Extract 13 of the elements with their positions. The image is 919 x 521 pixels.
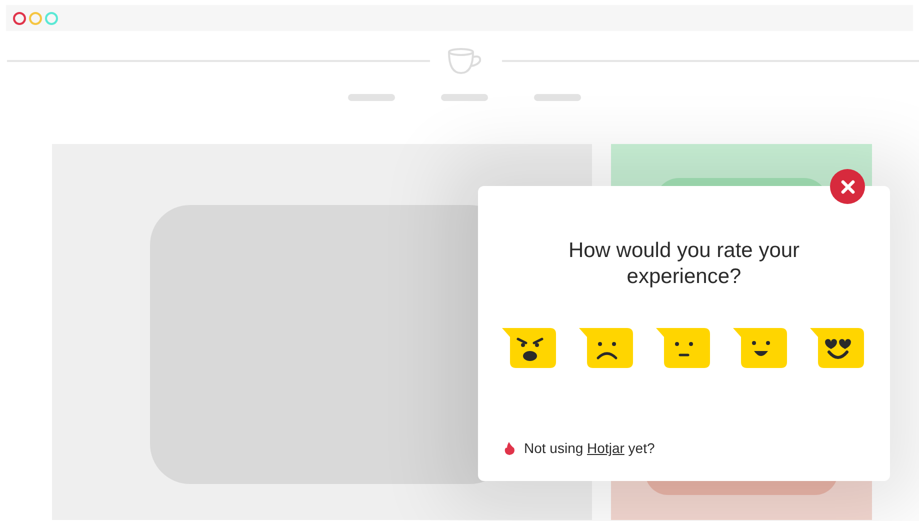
survey-question: How would you rate your experience? bbox=[567, 238, 801, 290]
nav-placeholder bbox=[348, 94, 395, 101]
window-control[interactable] bbox=[13, 12, 26, 24]
happy-face-button[interactable] bbox=[733, 327, 789, 369]
footer-text: Not using Hotjar yet? bbox=[524, 439, 655, 458]
angry-face-button[interactable] bbox=[502, 327, 558, 369]
love-face-button[interactable] bbox=[810, 327, 866, 369]
sad-face-button[interactable] bbox=[579, 327, 635, 369]
nav-placeholder bbox=[441, 94, 488, 101]
nav-placeholder bbox=[534, 94, 581, 101]
neutral-face-button[interactable] bbox=[656, 327, 712, 369]
hotjar-link[interactable]: Hotjar bbox=[587, 440, 624, 456]
fire-icon bbox=[504, 442, 515, 455]
